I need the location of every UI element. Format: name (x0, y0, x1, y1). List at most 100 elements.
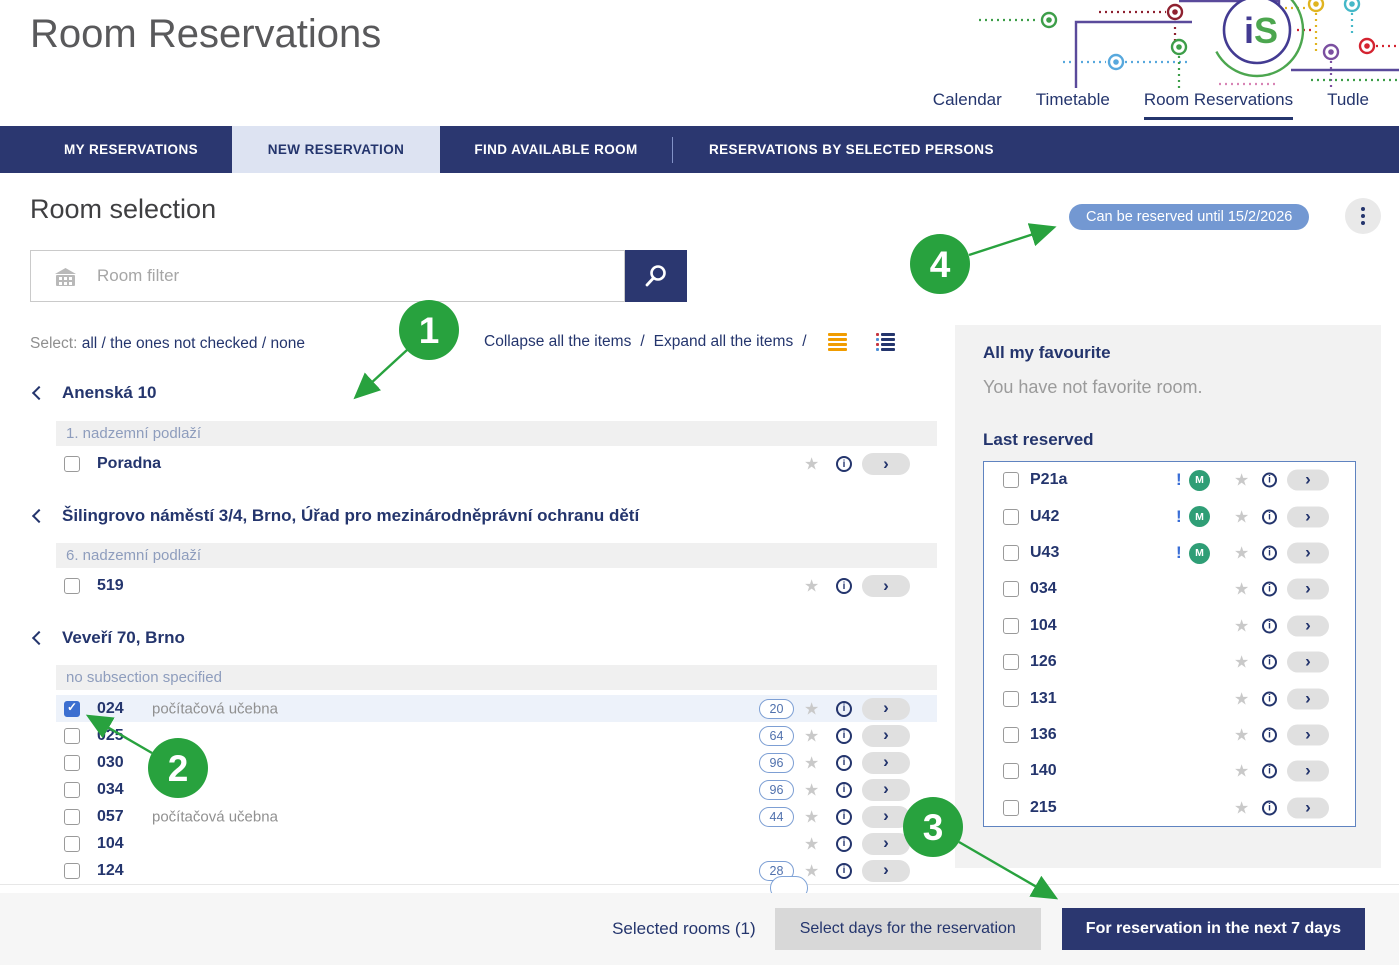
room-checkbox[interactable] (64, 728, 80, 744)
info-icon[interactable]: i (836, 782, 852, 798)
info-icon[interactable]: i (836, 728, 852, 744)
open-room-button[interactable]: › (862, 806, 910, 828)
info-icon[interactable]: i (1262, 582, 1277, 597)
nav-calendar[interactable]: Calendar (933, 90, 1002, 120)
info-icon[interactable]: i (836, 809, 852, 825)
select-unchecked-link[interactable]: the ones not checked (110, 335, 257, 352)
favourite-star-icon[interactable]: ★ (804, 781, 819, 798)
room-name[interactable]: 124 (97, 862, 124, 880)
favourite-star-icon[interactable]: ★ (804, 578, 819, 595)
room-name[interactable]: 030 (97, 754, 124, 772)
room-checkbox[interactable] (1003, 581, 1019, 597)
search-button[interactable] (625, 250, 687, 302)
room-name[interactable]: 136 (1030, 726, 1057, 744)
room-name[interactable]: 140 (1030, 762, 1057, 780)
room-name[interactable]: 034 (1030, 580, 1057, 598)
open-room-button[interactable]: › (1287, 761, 1329, 782)
open-room-button[interactable]: › (1287, 688, 1329, 709)
room-checkbox[interactable] (64, 782, 80, 798)
room-filter-input[interactable] (97, 252, 607, 300)
tab-find-available-room[interactable]: FIND AVAILABLE ROOM (440, 126, 672, 173)
favourite-star-icon[interactable]: ★ (1234, 581, 1249, 598)
info-icon[interactable]: i (836, 836, 852, 852)
room-name[interactable]: 126 (1030, 653, 1057, 671)
open-room-button[interactable]: › (862, 698, 910, 720)
open-room-button[interactable]: › (862, 833, 910, 855)
info-icon[interactable]: i (836, 578, 852, 594)
room-checkbox[interactable] (64, 456, 80, 472)
open-room-button[interactable]: › (862, 575, 910, 597)
info-icon[interactable]: i (1262, 473, 1277, 488)
room-checkbox[interactable] (64, 836, 80, 852)
favourite-star-icon[interactable]: ★ (1234, 654, 1249, 671)
open-room-button[interactable]: › (862, 453, 910, 475)
room-checkbox[interactable] (1003, 800, 1019, 816)
info-icon[interactable]: i (836, 755, 852, 771)
room-name[interactable]: 215 (1030, 799, 1057, 817)
next-seven-days-button[interactable]: For reservation in the next 7 days (1062, 908, 1365, 950)
select-none-link[interactable]: none (270, 335, 304, 352)
favourite-star-icon[interactable]: ★ (1234, 508, 1249, 525)
favourite-star-icon[interactable]: ★ (1234, 763, 1249, 780)
info-icon[interactable]: i (1262, 618, 1277, 633)
favourite-star-icon[interactable]: ★ (1234, 727, 1249, 744)
more-actions-button[interactable] (1345, 198, 1381, 234)
open-room-button[interactable]: › (1287, 725, 1329, 746)
open-room-button[interactable]: › (862, 725, 910, 747)
room-name[interactable]: 057 (97, 808, 124, 826)
room-name[interactable]: 025 (97, 727, 124, 745)
favourite-star-icon[interactable]: ★ (804, 808, 819, 825)
tab-reservations-by-selected-persons[interactable]: RESERVATIONS BY SELECTED PERSONS (673, 126, 1030, 173)
room-name[interactable]: 104 (97, 835, 124, 853)
building-veveri-header[interactable]: Veveří 70, Brno (30, 628, 185, 648)
open-room-button[interactable]: › (1287, 652, 1329, 673)
room-name[interactable]: P21a (1030, 471, 1067, 489)
room-checkbox[interactable] (1003, 654, 1019, 670)
flat-list-view-icon[interactable] (828, 333, 847, 351)
info-icon[interactable]: i (1262, 691, 1277, 706)
room-checkbox[interactable] (64, 755, 80, 771)
open-room-button[interactable]: › (1287, 543, 1329, 564)
favourite-star-icon[interactable]: ★ (1234, 617, 1249, 634)
open-room-button[interactable]: › (862, 752, 910, 774)
expand-all-link[interactable]: Expand all the items (654, 333, 794, 351)
favourite-star-icon[interactable]: ★ (804, 727, 819, 744)
info-icon[interactable]: i (1262, 509, 1277, 524)
building-silingrovo-header[interactable]: Šilingrovo náměstí 3/4, Brno, Úřad pro m… (30, 506, 639, 526)
open-room-button[interactable]: › (1287, 470, 1329, 491)
open-room-button[interactable]: › (1287, 506, 1329, 527)
info-icon[interactable]: i (836, 863, 852, 879)
nav-timetable[interactable]: Timetable (1036, 90, 1110, 120)
room-name[interactable]: U42 (1030, 508, 1059, 526)
favourite-star-icon[interactable]: ★ (804, 862, 819, 879)
open-room-button[interactable]: › (862, 860, 910, 882)
room-checkbox[interactable] (1003, 545, 1019, 561)
room-checkbox[interactable] (1003, 472, 1019, 488)
favourite-star-icon[interactable]: ★ (804, 754, 819, 771)
room-name[interactable]: 519 (97, 577, 124, 595)
favourite-star-icon[interactable]: ★ (804, 835, 819, 852)
room-name[interactable]: 024 (97, 700, 124, 718)
open-room-button[interactable]: › (1287, 615, 1329, 636)
favourite-star-icon[interactable]: ★ (1234, 799, 1249, 816)
room-name[interactable]: U43 (1030, 544, 1059, 562)
info-icon[interactable]: i (836, 701, 852, 717)
room-checkbox[interactable] (1003, 618, 1019, 634)
room-checkbox[interactable] (64, 809, 80, 825)
room-checkbox[interactable] (64, 578, 80, 594)
favourite-star-icon[interactable]: ★ (804, 456, 819, 473)
tab-new-reservation[interactable]: NEW RESERVATION (232, 126, 440, 173)
room-checkbox[interactable] (1003, 509, 1019, 525)
info-icon[interactable]: i (1262, 546, 1277, 561)
room-name[interactable]: Poradna (97, 455, 161, 473)
room-name[interactable]: 034 (97, 781, 124, 799)
tab-my-reservations[interactable]: MY RESERVATIONS (30, 126, 232, 173)
info-icon[interactable]: i (836, 456, 852, 472)
select-days-button[interactable]: Select days for the reservation (775, 908, 1041, 950)
info-icon[interactable]: i (1262, 764, 1277, 779)
open-room-button[interactable]: › (1287, 797, 1329, 818)
collapse-all-link[interactable]: Collapse all the items (484, 333, 631, 351)
room-name[interactable]: 131 (1030, 690, 1057, 708)
open-room-button[interactable]: › (1287, 579, 1329, 600)
info-icon[interactable]: i (1262, 655, 1277, 670)
